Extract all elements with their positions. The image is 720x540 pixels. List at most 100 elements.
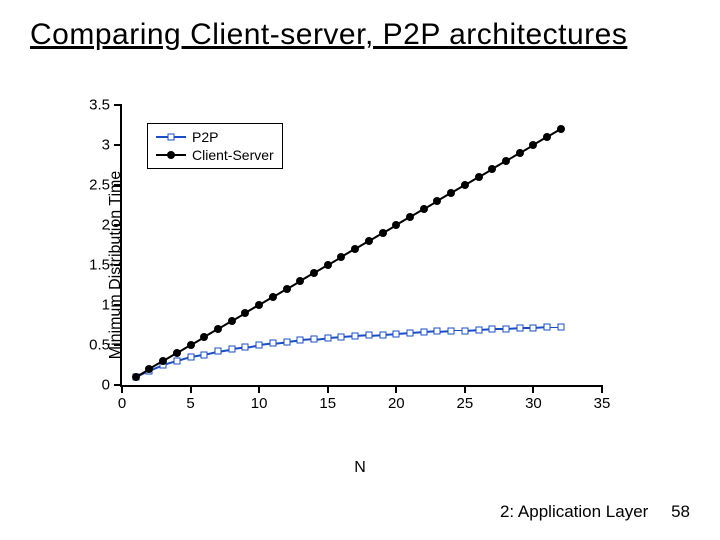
x-tick-label: 0 [118, 395, 126, 412]
marker-circle-icon [543, 133, 551, 141]
y-tick [114, 264, 122, 266]
y-tick-label: 1 [80, 297, 110, 314]
x-tick [464, 385, 466, 393]
marker-circle-icon [200, 333, 208, 341]
y-tick-label: 1.5 [80, 257, 110, 274]
marker-square-icon [530, 325, 537, 332]
marker-circle-icon [379, 229, 387, 237]
marker-square-icon [338, 334, 345, 341]
x-tick-label: 15 [319, 395, 336, 412]
legend-swatch-cs [156, 150, 186, 160]
marker-circle-icon [324, 261, 332, 269]
y-tick-label: 3 [80, 137, 110, 154]
marker-square-icon [228, 346, 235, 353]
marker-circle-icon [159, 357, 167, 365]
x-tick-label: 20 [388, 395, 405, 412]
marker-square-icon [173, 358, 180, 365]
marker-square-icon [187, 354, 194, 361]
x-tick [327, 385, 329, 393]
marker-square-icon [475, 326, 482, 333]
x-tick [121, 385, 123, 393]
y-tick [114, 184, 122, 186]
marker-circle-icon [228, 317, 236, 325]
legend-swatch-p2p [156, 132, 186, 142]
marker-circle-icon [406, 213, 414, 221]
marker-circle-icon [365, 237, 373, 245]
marker-circle-icon [420, 205, 428, 213]
y-tick-label: 3.5 [80, 97, 110, 114]
marker-square-icon [516, 325, 523, 332]
marker-circle-icon [310, 269, 318, 277]
y-tick [114, 104, 122, 106]
marker-square-icon [420, 329, 427, 336]
marker-square-icon [297, 337, 304, 344]
y-tick [114, 224, 122, 226]
marker-circle-icon [502, 157, 510, 165]
footer: 2: Application Layer 58 [500, 502, 690, 522]
x-tick [190, 385, 192, 393]
marker-square-icon [379, 331, 386, 338]
chart: Minimum Distribution Time N P2P Client-S… [80, 95, 640, 435]
marker-square-icon [544, 324, 551, 331]
x-tick-label: 10 [251, 395, 268, 412]
marker-circle-icon [488, 165, 496, 173]
marker-square-icon [256, 342, 263, 349]
legend-item-p2p: P2P [156, 128, 274, 146]
y-tick [114, 304, 122, 306]
y-tick-label: 0.5 [80, 337, 110, 354]
marker-square-icon [489, 326, 496, 333]
marker-circle-icon [132, 373, 140, 381]
marker-circle-icon [447, 189, 455, 197]
plot-area: P2P Client-Server 00.511.522.533.5051015… [120, 105, 602, 387]
x-tick-label: 25 [457, 395, 474, 412]
marker-square-icon [393, 330, 400, 337]
marker-square-icon [352, 333, 359, 340]
marker-square-icon [503, 326, 510, 333]
marker-circle-icon [145, 365, 153, 373]
marker-circle-icon [283, 285, 291, 293]
marker-circle-icon [433, 197, 441, 205]
x-tick-label: 35 [594, 395, 611, 412]
marker-square-icon [215, 348, 222, 355]
marker-circle-icon [351, 245, 359, 253]
marker-square-icon [448, 327, 455, 334]
marker-circle-icon [516, 149, 524, 157]
x-tick [258, 385, 260, 393]
marker-square-icon [434, 328, 441, 335]
marker-square-icon [461, 327, 468, 334]
marker-square-icon [283, 338, 290, 345]
marker-circle-icon [173, 349, 181, 357]
x-tick [532, 385, 534, 393]
marker-square-icon [242, 344, 249, 351]
page-title: Comparing Client-server, P2P architectur… [30, 18, 627, 52]
marker-circle-icon [557, 125, 565, 133]
y-tick-label: 0 [80, 377, 110, 394]
marker-circle-icon [529, 141, 537, 149]
x-tick-label: 5 [186, 395, 194, 412]
marker-square-icon [407, 330, 414, 337]
footer-page-number: 58 [671, 502, 690, 521]
legend-label-p2p: P2P [192, 129, 218, 145]
marker-square-icon [269, 340, 276, 347]
marker-circle-icon [461, 181, 469, 189]
marker-circle-icon [269, 293, 277, 301]
marker-square-icon [201, 351, 208, 358]
legend: P2P Client-Server [147, 123, 283, 169]
marker-circle-icon [241, 309, 249, 317]
footer-section: 2: Application Layer [500, 502, 648, 521]
x-tick-label: 30 [525, 395, 542, 412]
y-tick [114, 344, 122, 346]
marker-square-icon [365, 332, 372, 339]
legend-item-cs: Client-Server [156, 146, 274, 164]
legend-label-cs: Client-Server [192, 147, 274, 163]
marker-square-icon [557, 324, 564, 331]
marker-circle-icon [255, 301, 263, 309]
y-tick-label: 2.5 [80, 177, 110, 194]
y-tick-label: 2 [80, 217, 110, 234]
marker-circle-icon [296, 277, 304, 285]
y-tick [114, 144, 122, 146]
x-axis-label: N [354, 459, 366, 477]
x-tick [601, 385, 603, 393]
x-tick [395, 385, 397, 393]
marker-circle-icon [475, 173, 483, 181]
